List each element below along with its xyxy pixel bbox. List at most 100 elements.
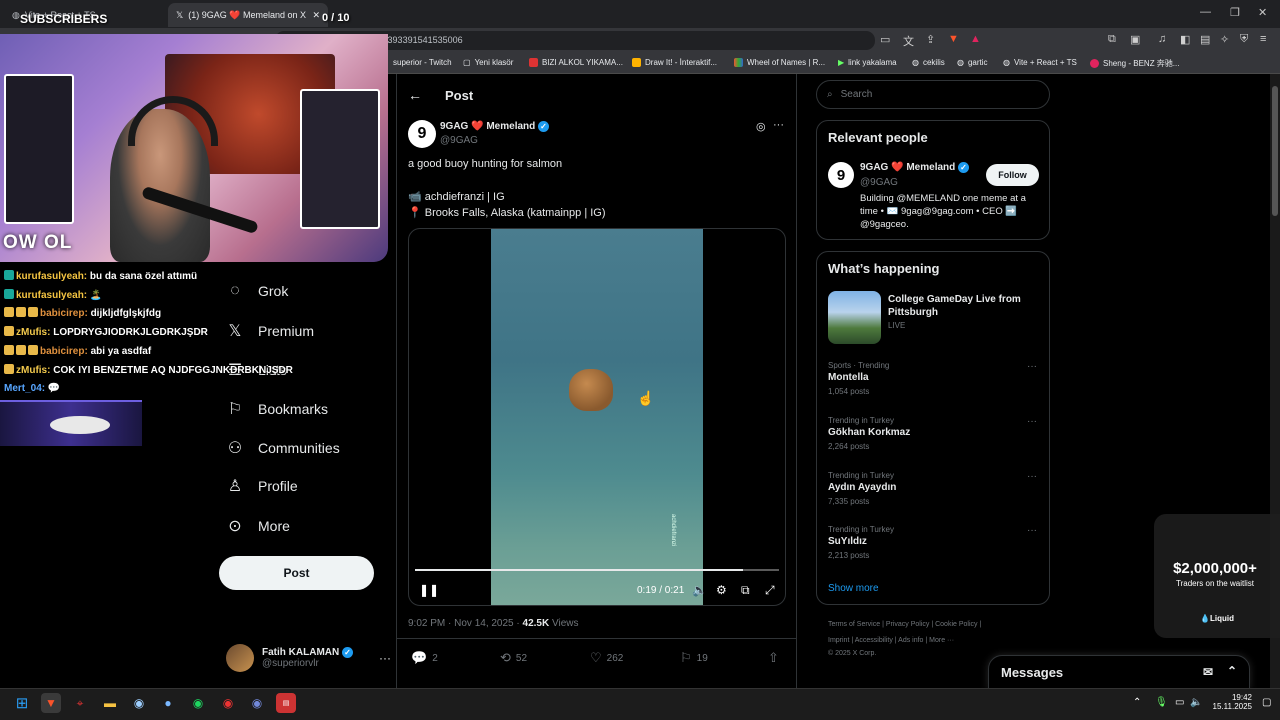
close-icon[interactable]: ✕ — [312, 10, 320, 21]
settings-gear-icon[interactable]: ⚙ — [716, 583, 727, 597]
more-dots-icon[interactable]: ··· — [1027, 361, 1037, 372]
post-button[interactable]: Post — [219, 556, 374, 590]
trend-item[interactable]: Sports · Trending Montella 1,054 posts ··· — [828, 361, 1043, 396]
tab-search-icon[interactable]: ▣ — [1130, 33, 1140, 46]
featured-title[interactable]: College GameDay Live from Pittsburgh — [888, 293, 1038, 319]
network-icon[interactable]: ▭ — [1175, 697, 1184, 708]
more-dots-icon[interactable]: ··· — [773, 119, 784, 131]
show-more-link[interactable]: Show more — [828, 583, 879, 594]
share-button[interactable]: ⇧ — [768, 650, 779, 666]
messages-drawer[interactable]: Messages ✉ ⌃ — [988, 655, 1250, 689]
trend-item[interactable]: Trending in Turkey SuYıldız 2,213 posts ··· — [828, 525, 1043, 560]
bookmark-item[interactable]: ◍ cekilis — [912, 58, 945, 67]
video-player[interactable]: achdiefranzi ❚❚ 0:19 / 0:21 🔈 ⚙ ⧉ ⤢ — [408, 228, 786, 606]
person-bio: Building @MEMELAND one meme at a time • … — [860, 193, 1026, 230]
bookmark-item[interactable]: ◍ gartic — [957, 58, 988, 67]
video-progress-bar[interactable] — [415, 569, 779, 571]
footer-links[interactable]: Imprint | Accessibility | Ads info | Mor… — [828, 637, 954, 644]
app-icon[interactable]: ● — [158, 693, 178, 713]
mic-icon[interactable]: 🎙 — [1155, 697, 1168, 708]
more-dots-icon[interactable]: ··· — [1027, 416, 1037, 427]
like-button[interactable]: ♡ 262 — [590, 650, 623, 666]
trend-posts: 1,054 posts — [828, 387, 870, 396]
rewards-icon[interactable]: ▲ — [970, 33, 981, 45]
pause-icon[interactable]: ❚❚ — [419, 583, 439, 597]
expand-icon[interactable]: ⌃ — [1227, 664, 1237, 678]
window-close-icon[interactable]: ✕ — [1258, 6, 1267, 19]
discord-icon[interactable]: ◉ — [247, 693, 267, 713]
tab-9gag[interactable]: 𝕏 (1) 9GAG ❤️ Memeland on X ✕ — [168, 3, 328, 27]
leo-icon[interactable]: ✧ — [1220, 33, 1229, 46]
shelf-image — [4, 74, 74, 224]
pip-icon[interactable]: ⧉ — [741, 583, 750, 598]
media-icon[interactable]: ♫ — [1158, 33, 1166, 45]
nav-profile[interactable]: ♙ Profile — [226, 476, 298, 496]
trend-item[interactable]: Trending in Turkey Gökhan Korkmaz 2,264 po… — [828, 416, 1043, 451]
fullscreen-icon[interactable]: ⤢ — [765, 583, 775, 598]
notification-icon[interactable]: ▢ — [1262, 697, 1271, 708]
person-name[interactable]: 9GAG ❤️ Memeland ✓ — [860, 162, 970, 173]
translate-icon[interactable]: 文 — [903, 33, 914, 49]
bookmark-item[interactable]: Sheng - BENZ 奔驰... — [1090, 58, 1179, 69]
nav-bookmarks[interactable]: ⚐ Bookmarks — [226, 399, 328, 419]
nav-premium[interactable]: 𝕏 Premium — [226, 321, 314, 341]
windows-start-icon[interactable]: ⊞ — [12, 693, 32, 713]
nav-grok[interactable]: ◌ Grok — [226, 282, 288, 300]
reply-button[interactable]: 💬 2 — [411, 650, 438, 666]
bookmark-count: 19 — [696, 652, 708, 664]
extensions-icon[interactable]: ⧉ — [1108, 33, 1116, 46]
featured-image[interactable] — [828, 291, 881, 344]
cast-icon[interactable]: ▭ — [880, 33, 890, 46]
vpn-icon[interactable]: ⛨ — [1240, 33, 1248, 46]
bookmark-item[interactable]: ▢ Yeni klasör — [463, 58, 513, 67]
maximize-icon[interactable]: ❐ — [1230, 6, 1240, 19]
spotify-icon[interactable]: ◉ — [188, 693, 208, 713]
bookmark-item[interactable]: BIZI ALKOL YIKAMA... — [529, 58, 623, 67]
bookmark-button[interactable]: ⚐ 19 — [680, 650, 708, 666]
sidebar-icon[interactable]: ◧ — [1180, 33, 1190, 46]
more-dots-icon[interactable]: ··· — [379, 651, 391, 665]
bookmark-item[interactable]: superior - Twitch — [393, 58, 452, 67]
bookmark-item[interactable]: ◍ Vite + React + TS — [1003, 58, 1077, 67]
volume-icon[interactable]: 🔈 — [692, 583, 707, 597]
file-explorer-icon[interactable]: ▬ — [100, 693, 120, 713]
taskbar-clock[interactable]: 19:42 15.11.2025 — [1200, 693, 1252, 711]
app-icon[interactable]: ▤ — [276, 693, 296, 713]
9gag-avatar-icon[interactable]: 9 — [828, 162, 854, 188]
brave-shield-icon[interactable]: ▼ — [948, 33, 959, 45]
more-dots-icon[interactable]: ··· — [1027, 471, 1037, 482]
post-author[interactable]: 9GAG ❤️ Memeland ✓ — [440, 121, 550, 132]
bookmark-icon: ⚐ — [227, 401, 243, 418]
trend-item[interactable]: Trending in Turkey Aydın Ayaydın 7,335 pos… — [828, 471, 1043, 506]
account-switcher[interactable]: Fatih KALAMAN ✓ @superiorvlr ··· — [226, 644, 391, 672]
chevron-up-icon[interactable]: ⌃ — [1133, 697, 1141, 708]
steam-icon[interactable]: ◉ — [129, 693, 149, 713]
nav-communities[interactable]: ⚇ Communities — [226, 438, 340, 458]
brave-icon[interactable]: ▼ — [41, 693, 61, 713]
scrollbar-thumb[interactable] — [1272, 86, 1278, 216]
bookmark-item[interactable]: ▶ link yakalama — [838, 58, 897, 67]
9gag-avatar-icon[interactable]: 9 — [408, 120, 436, 148]
wallet-icon[interactable]: ▤ — [1200, 33, 1210, 46]
views-label: Views — [549, 618, 579, 629]
post-handle[interactable]: @9GAG — [440, 135, 478, 146]
chat-message: kurufasulyeah: bu da sana özel attımü — [4, 270, 197, 282]
repost-button[interactable]: ⟲ 52 — [500, 650, 527, 666]
bookmark-item[interactable]: Wheel of Names | R... — [734, 58, 825, 67]
search-input[interactable]: ⌕ Search — [816, 80, 1050, 109]
nav-label: Grok — [258, 283, 289, 299]
share-icon[interactable]: ⇪ — [926, 33, 935, 46]
follow-button[interactable]: Follow — [986, 164, 1039, 186]
nav-more[interactable]: ⊙ More — [226, 516, 290, 536]
bookmark-item[interactable]: Draw It! - İnteraktif... — [632, 58, 717, 67]
minimize-icon[interactable]: — — [1200, 6, 1211, 18]
obs-icon[interactable]: ◉ — [218, 693, 238, 713]
more-dots-icon[interactable]: ··· — [1027, 525, 1037, 536]
new-message-icon[interactable]: ✉ — [1203, 665, 1213, 679]
chat-emote-image — [0, 400, 142, 446]
menu-icon[interactable]: ≡ — [1260, 33, 1266, 45]
footer-links[interactable]: Terms of Service | Privacy Policy | Cook… — [828, 621, 981, 628]
back-arrow-icon[interactable]: ← — [408, 87, 422, 103]
maps-pin-icon[interactable]: ⌖ — [70, 693, 90, 713]
grok-explain-icon[interactable]: ◎ — [756, 120, 766, 133]
